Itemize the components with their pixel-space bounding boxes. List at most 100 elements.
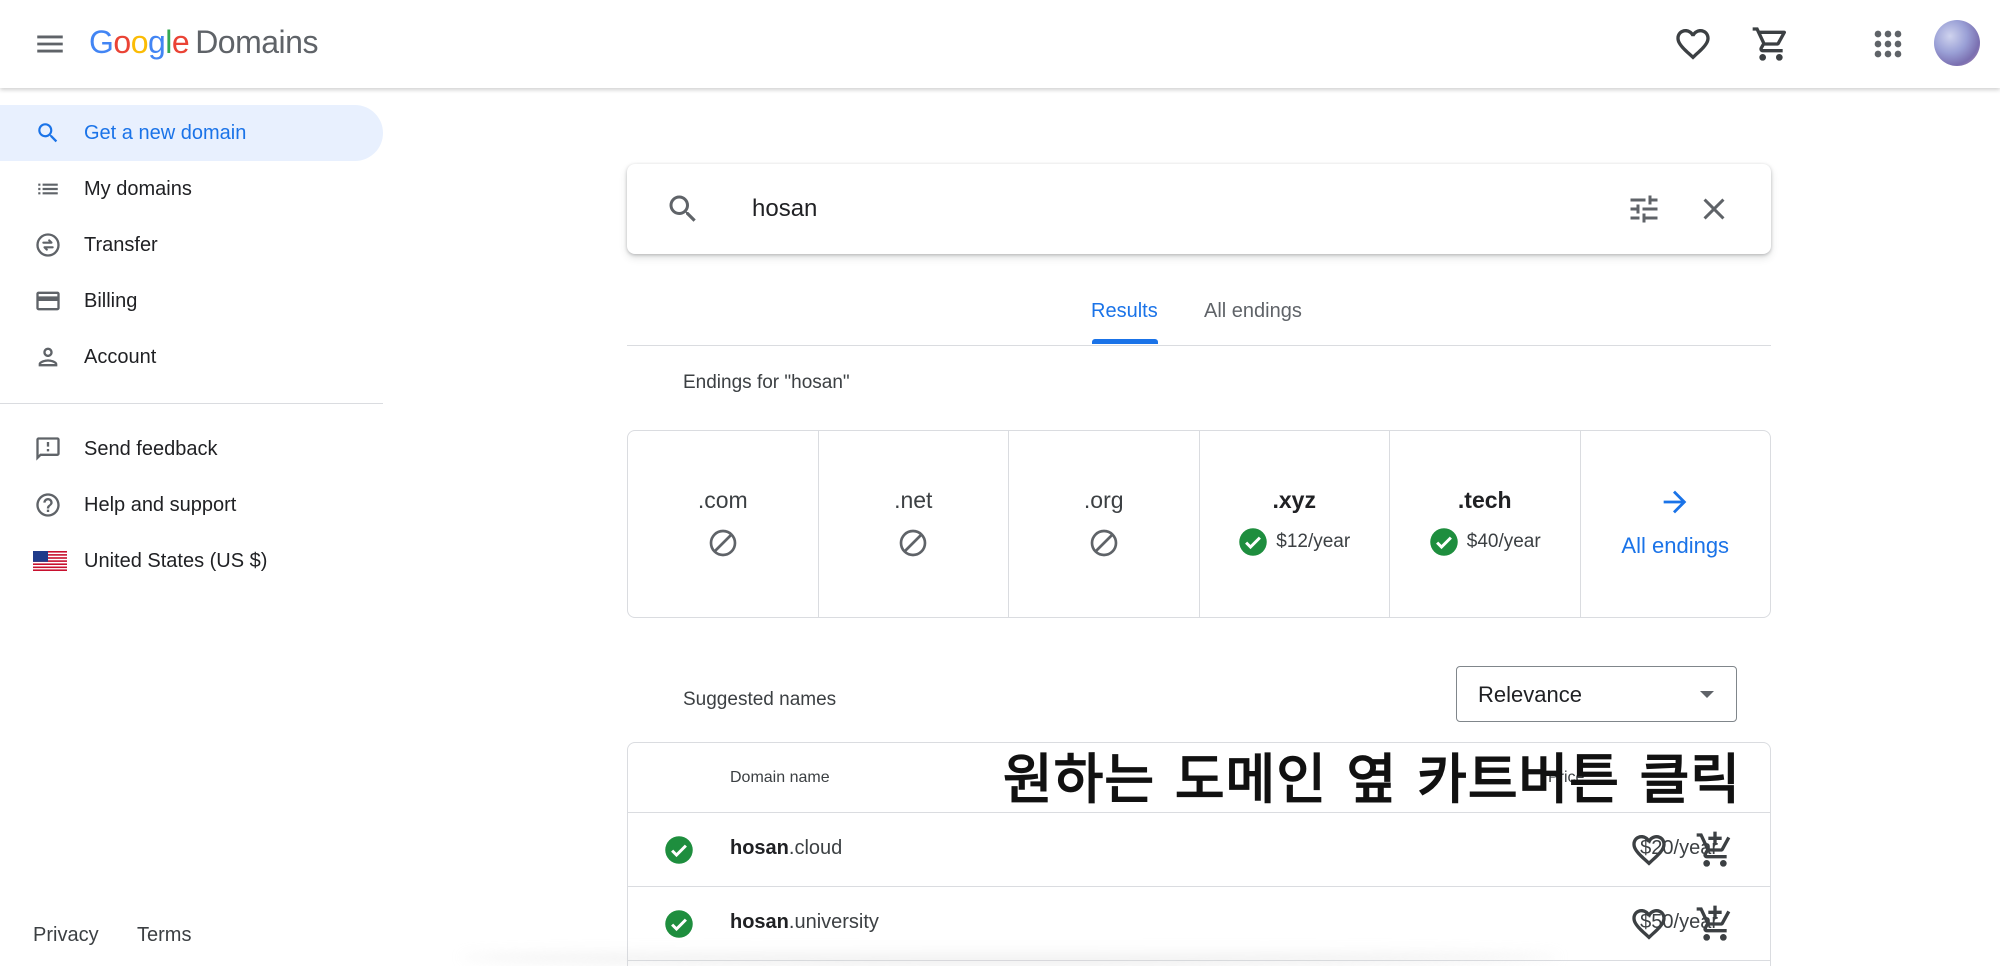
search-icon: [33, 118, 63, 148]
endings-title: Endings for "hosan": [683, 372, 850, 393]
search-filters-button[interactable]: [1626, 191, 1662, 227]
add-shopping-cart-icon: [1696, 831, 1731, 867]
sidebar-item-label: Billing: [84, 289, 138, 312]
add-to-cart-button[interactable]: [1695, 904, 1735, 944]
bottom-shadow: [460, 948, 1560, 966]
domain-name[interactable]: hosan.university: [730, 911, 879, 934]
ending-card-org[interactable]: .org: [1009, 431, 1200, 617]
domain-search-bar: [627, 164, 1771, 254]
unavailable-icon: [899, 529, 927, 557]
domain-tld: .university: [788, 911, 879, 933]
annotation-caption: 원하는 도메인 옆 카트버튼 클릭: [1003, 748, 1742, 811]
terms-link[interactable]: Terms: [137, 924, 191, 947]
sidebar-item-label: United States (US $): [84, 549, 268, 572]
shopping-cart-icon: [1752, 27, 1787, 61]
suggested-names-title: Suggested names: [683, 689, 837, 710]
google-apps-button[interactable]: [1868, 24, 1908, 64]
search-icon: [665, 191, 701, 227]
available-check-icon: [664, 835, 694, 865]
active-tab-indicator: [1092, 339, 1158, 344]
tune-icon: [1630, 195, 1658, 223]
sidebar-item-label: Get a new domain: [84, 121, 247, 144]
sidebar-item-label: Account: [84, 345, 157, 368]
sort-select[interactable]: Relevance: [1456, 666, 1737, 722]
available-check-icon: [664, 909, 694, 939]
main-menu-button[interactable]: [33, 27, 67, 61]
sidebar-item-label: Help and support: [84, 493, 237, 516]
add-to-cart-button[interactable]: [1695, 830, 1735, 870]
ending-card-com[interactable]: .com: [628, 431, 819, 617]
ending-card-net[interactable]: .net: [819, 431, 1009, 617]
sidebar-item-label: Transfer: [84, 233, 158, 256]
domain-base: hosan: [730, 911, 789, 933]
add-to-favorites-button[interactable]: [1629, 830, 1669, 870]
ending-name: .net: [894, 487, 933, 513]
sidebar-item-help-support[interactable]: Help and support: [0, 477, 383, 533]
heart-outline-icon: [1676, 29, 1710, 60]
tab-all-endings[interactable]: All endings: [1204, 300, 1302, 346]
hamburger-menu-icon: [37, 35, 63, 53]
favorites-button[interactable]: [1673, 24, 1713, 64]
sort-select-value: Relevance: [1478, 682, 1582, 707]
ending-name: .tech: [1457, 487, 1512, 513]
ending-name: .com: [697, 487, 748, 513]
logo-letter: l: [165, 24, 172, 60]
app-header: Google Domains: [0, 0, 2000, 88]
close-icon: [1703, 198, 1725, 220]
logo-letter: o: [113, 24, 131, 60]
us-flag-icon: [33, 546, 67, 576]
all-endings-link-card[interactable]: All endings: [1581, 431, 1771, 617]
domain-base: hosan: [730, 837, 789, 859]
logo-letter: o: [130, 24, 149, 60]
domain-name[interactable]: hosan.cloud: [730, 837, 842, 860]
unavailable-icon: [709, 529, 737, 557]
account-avatar[interactable]: [1934, 20, 1980, 66]
ending-price: $40/year: [1466, 531, 1541, 552]
ending-card-tech[interactable]: .tech $40/year: [1390, 431, 1581, 617]
feedback-icon: [33, 434, 63, 464]
add-shopping-cart-icon: [1696, 905, 1731, 941]
add-to-favorites-button[interactable]: [1629, 904, 1669, 944]
logo-letter: G: [89, 24, 114, 60]
sidebar-divider: [0, 403, 383, 404]
heart-outline-icon: [1632, 909, 1666, 940]
logo-letter: e: [171, 24, 190, 60]
list-icon: [33, 174, 63, 204]
clear-search-button[interactable]: [1696, 191, 1732, 227]
available-check-icon: [1430, 528, 1458, 556]
all-endings-link[interactable]: All endings: [1581, 533, 1771, 559]
logo-letter: g: [147, 24, 166, 60]
table-row[interactable]: hosan.cloud $20/year: [628, 813, 1770, 887]
arrow-right-icon: [1663, 490, 1687, 514]
person-icon: [33, 342, 63, 372]
domain-tld: .cloud: [788, 837, 843, 859]
ending-name: .xyz: [1272, 487, 1316, 513]
sidebar-item-account[interactable]: Account: [0, 329, 383, 385]
google-domains-logo[interactable]: Google Domains: [89, 24, 318, 61]
sidebar-item-transfer[interactable]: Transfer: [0, 217, 383, 273]
privacy-link[interactable]: Privacy: [33, 924, 99, 947]
domain-search-input[interactable]: [752, 186, 1552, 232]
dropdown-caret-icon: [1700, 691, 1714, 698]
sidebar-item-label: Send feedback: [84, 437, 218, 460]
sidebar-item-label: My domains: [84, 177, 192, 200]
cart-button[interactable]: [1751, 24, 1791, 64]
ending-card-xyz[interactable]: .xyz $12/year: [1200, 431, 1390, 617]
apps-grid-icon: [1874, 30, 1902, 58]
sidebar-item-country[interactable]: United States (US $): [0, 533, 383, 589]
column-header-domain: Domain name: [730, 769, 830, 786]
transfer-icon: [33, 230, 63, 260]
endings-grid: .com .net .org .xyz $12/year .tech $40/y…: [627, 430, 1771, 618]
help-icon: [33, 490, 63, 520]
sidebar-item-billing[interactable]: Billing: [0, 273, 383, 329]
sidebar-item-send-feedback[interactable]: Send feedback: [0, 421, 383, 477]
results-tabs: Results All endings: [627, 290, 1771, 346]
credit-card-icon: [33, 286, 63, 316]
available-check-icon: [1239, 528, 1268, 556]
sidebar-item-my-domains[interactable]: My domains: [0, 161, 383, 217]
sidebar-item-get-new-domain[interactable]: Get a new domain: [0, 105, 383, 161]
logo-product-name: Domains: [195, 24, 318, 60]
sidebar-nav: Get a new domain My domains Transfer Bil…: [0, 88, 383, 966]
ending-price: $12/year: [1276, 531, 1351, 552]
ending-name: .org: [1083, 487, 1124, 513]
